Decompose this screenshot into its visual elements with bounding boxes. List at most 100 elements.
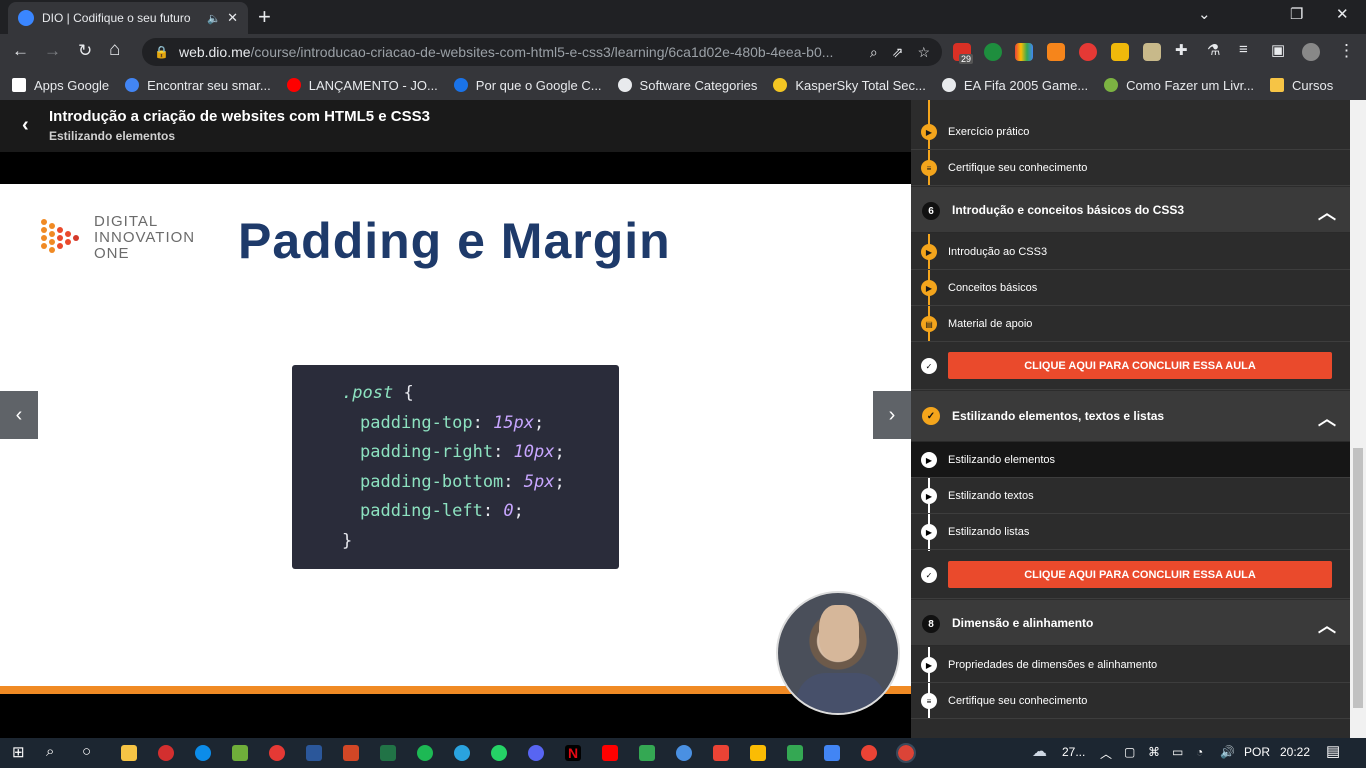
lesson-item[interactable]: ▶ Exercício prático [911, 114, 1350, 150]
reload-button[interactable]: ↻ [78, 41, 92, 61]
bookmark-item[interactable]: Encontrar seu smar... [125, 78, 271, 93]
discord-icon[interactable] [528, 745, 544, 761]
play-icon: ▶ [921, 488, 937, 504]
powerpoint-icon[interactable] [343, 745, 359, 761]
cloud-weather-icon[interactable]: ☁ [1032, 742, 1047, 760]
app-icon[interactable] [676, 745, 692, 761]
conclude-lesson-button[interactable]: CLIQUE AQUI PARA CONCLUIR ESSA AULA [948, 352, 1332, 379]
windows-start-icon[interactable]: ⊞ [12, 743, 25, 761]
puzzle-extensions-icon[interactable]: ✚ [1175, 41, 1188, 59]
opera-icon[interactable] [158, 745, 174, 761]
search-icon[interactable]: ⌕ [46, 743, 54, 760]
lesson-item[interactable]: ▶ Introdução ao CSS3 [911, 234, 1350, 270]
lesson-item[interactable]: ▶ Estilizando textos [911, 478, 1350, 514]
play-icon: ▶ [921, 244, 937, 260]
home-button[interactable]: ⌂ [109, 39, 120, 61]
telegram-icon[interactable] [454, 745, 470, 761]
bookmark-item[interactable]: EA Fifa 2005 Game... [941, 78, 1088, 93]
tab-close-icon[interactable]: ✕ [227, 10, 238, 26]
restore-button[interactable]: ❐ [1290, 5, 1303, 23]
excel-icon[interactable] [380, 745, 396, 761]
utorrent-icon[interactable] [232, 745, 248, 761]
bookmark-item[interactable]: KasperSky Total Sec... [773, 78, 926, 93]
battery-icon[interactable]: ▭ [1172, 745, 1183, 759]
lesson-item[interactable]: ≡ Certifique seu conhecimento [911, 150, 1350, 186]
lesson-item[interactable]: ▤ Material de apoio [911, 306, 1350, 342]
whatsapp-icon[interactable] [491, 745, 507, 761]
lesson-item[interactable]: ▶ Propriedades de dimensões e alinhament… [911, 647, 1350, 683]
edge-icon[interactable] [195, 745, 211, 761]
close-window-button[interactable]: ✕ [1336, 5, 1349, 23]
cortana-icon[interactable]: ○ [82, 743, 91, 760]
gmail-icon[interactable] [713, 745, 729, 761]
device-icon[interactable]: ▢ [1124, 745, 1135, 759]
metamask-icon[interactable] [1047, 43, 1065, 61]
search-icon[interactable]: ⌕ [870, 44, 878, 61]
extension-icon[interactable] [1015, 43, 1033, 61]
spotify-icon[interactable] [417, 745, 433, 761]
media-queue-icon[interactable]: ≡ [1239, 41, 1248, 58]
bookmark-item[interactable]: Por que o Google C... [453, 78, 602, 93]
wifi-icon[interactable]: ◔ [1196, 745, 1203, 759]
lesson-item[interactable]: ▶ Conceitos básicos [911, 270, 1350, 306]
app-icon[interactable] [269, 745, 285, 761]
browser-tab[interactable]: DIO | Codifique o seu futuro 🔈 ✕ [8, 2, 248, 34]
chevron-up-icon[interactable]: ︿ [1318, 612, 1336, 638]
module-header-8[interactable]: 8 Dimensão e alinhamento ︿ [911, 600, 1350, 646]
extension-icon[interactable] [1079, 43, 1097, 61]
lesson-item-active[interactable]: ▶ Estilizando elementos [911, 442, 1350, 478]
netflix-icon[interactable]: N [565, 745, 581, 761]
bookmark-star-icon[interactable]: ☆ [917, 44, 930, 61]
clock[interactable]: 20:22 [1280, 745, 1310, 759]
chrome-icon[interactable] [861, 745, 877, 761]
menu-kebab-icon[interactable]: ⋮ [1338, 41, 1355, 61]
module-header-7[interactable]: ✓ Estilizando elementos, textos e listas… [911, 391, 1350, 442]
minimize-button[interactable]: ⌄ [1198, 5, 1211, 23]
volume-icon[interactable]: 🔊 [1220, 745, 1235, 759]
google-drive-icon[interactable] [750, 745, 766, 761]
sidebar-scrollbar[interactable] [1350, 100, 1366, 738]
extension-icon[interactable] [984, 43, 1002, 61]
share-icon[interactable]: ⇗ [892, 44, 904, 61]
next-slide-button[interactable]: › [873, 391, 911, 439]
video-slide[interactable]: DIGITAL INNOVATION ONE Padding e Margin … [0, 184, 912, 694]
language-indicator[interactable]: POR [1244, 745, 1270, 759]
bookmark-item[interactable]: LANÇAMENTO - JO... [286, 78, 438, 93]
file-explorer-icon[interactable] [121, 745, 137, 761]
bookmark-item[interactable]: Apps Google [12, 78, 109, 93]
bookmark-item[interactable]: Como Fazer um Livr... [1104, 78, 1254, 93]
extension-icon[interactable] [1143, 43, 1161, 61]
conclude-lesson-button[interactable]: CLIQUE AQUI PARA CONCLUIR ESSA AULA [948, 561, 1332, 588]
lesson-item[interactable]: ≡ Certifique seu conhecimento [911, 683, 1350, 719]
speaker-icon[interactable]: 🔈 [207, 12, 221, 25]
extension-icon[interactable] [1111, 43, 1129, 61]
app-icon[interactable] [787, 745, 803, 761]
side-panel-icon[interactable]: ▣ [1271, 41, 1285, 59]
app-icon[interactable] [824, 745, 840, 761]
back-arrow-icon[interactable]: ‹ [22, 114, 29, 137]
notifications-icon[interactable]: ▤ [1326, 742, 1340, 760]
new-tab-button[interactable]: + [258, 4, 271, 30]
app-icon[interactable] [639, 745, 655, 761]
address-bar[interactable]: 🔒 web.dio.me /course/introducao-criacao-… [142, 38, 942, 66]
chevron-up-icon[interactable]: ︿ [1100, 745, 1112, 762]
network-icon[interactable]: ⌘ [1148, 745, 1160, 759]
chevron-up-icon[interactable]: ︿ [1318, 199, 1336, 225]
weather-text[interactable]: 27... [1062, 745, 1085, 759]
previous-slide-button[interactable]: ‹ [0, 391, 38, 439]
bookmark-item[interactable]: Cursos [1270, 78, 1333, 93]
forward-button[interactable]: → [44, 41, 61, 61]
chevron-up-icon[interactable]: ︿ [1318, 405, 1336, 431]
youtube-icon[interactable] [602, 745, 618, 761]
course-sidebar: ▶ Exercício prático ≡ Certifique seu con… [911, 100, 1350, 738]
module-header-6[interactable]: 6 Introdução e conceitos básicos do CSS3… [911, 187, 1350, 233]
lesson-item[interactable]: ▶ Estilizando listas [911, 514, 1350, 550]
chrome-active-icon[interactable] [896, 743, 916, 763]
word-icon[interactable] [306, 745, 322, 761]
back-button[interactable]: ← [12, 41, 29, 61]
tab-title: DIO | Codifique o seu futuro [42, 11, 191, 25]
bookmark-item[interactable]: Software Categories [617, 78, 757, 93]
profile-avatar[interactable] [1302, 43, 1320, 61]
bookmark-favicon-icon [773, 78, 788, 92]
flask-icon[interactable]: ⚗ [1207, 41, 1220, 59]
